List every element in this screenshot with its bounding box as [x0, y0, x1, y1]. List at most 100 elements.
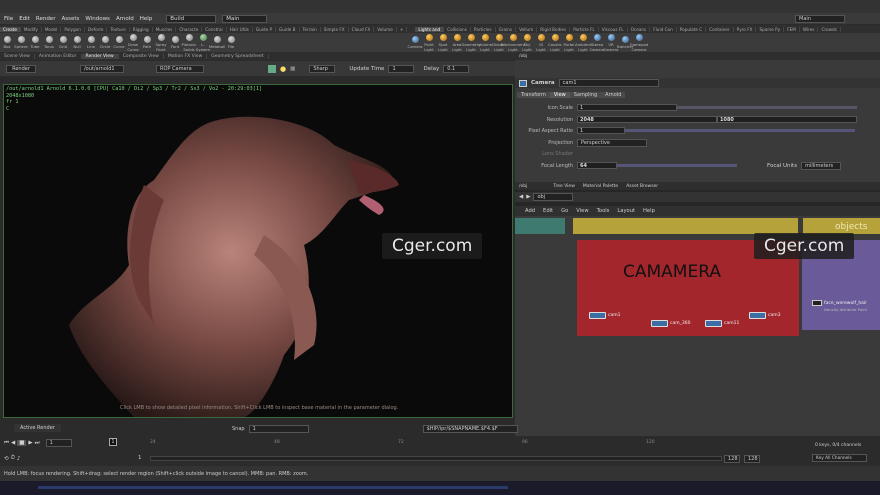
tab-view[interactable]: View — [549, 92, 570, 98]
shelf-tab[interactable]: Characte — [176, 26, 203, 32]
shelf-tab[interactable]: Hair Utils — [227, 26, 253, 32]
shelf-tab[interactable]: FEM — [784, 26, 800, 32]
tab-obj[interactable]: /obj — [515, 184, 531, 189]
render-button[interactable]: Render — [6, 64, 36, 73]
shelf-tab[interactable]: Grains — [496, 26, 517, 32]
snap-field[interactable]: 1 — [248, 424, 309, 433]
menu-file[interactable]: File — [4, 16, 13, 22]
node-cam3[interactable]: cam3 — [749, 312, 780, 319]
tool-torus[interactable]: Torus — [42, 36, 56, 49]
range-start-field[interactable]: 1 — [138, 455, 142, 461]
play-icon[interactable]: ▶ — [28, 440, 32, 446]
tool-caustic-light[interactable]: Caustic Light — [548, 33, 562, 52]
shelf-tab-create[interactable]: Create — [0, 26, 21, 32]
net-menu-go[interactable]: Go — [561, 208, 568, 214]
node-cam11[interactable]: cam11 — [705, 320, 739, 327]
tool-spray-paint[interactable]: Spray Paint — [154, 33, 168, 52]
shelf-tab[interactable]: Polygon — [61, 26, 85, 32]
tab-render-view[interactable]: Render View — [81, 53, 119, 59]
first-frame-icon[interactable]: ⏮ — [4, 440, 9, 447]
delay-field[interactable]: 0.1 — [443, 64, 470, 73]
tool-circle[interactable]: Circle — [98, 36, 112, 49]
resolution-x-field[interactable]: 2048 — [577, 116, 717, 123]
tool-ambient-light[interactable]: Ambient Light — [575, 33, 591, 52]
tool-point-light[interactable]: Point Light — [422, 33, 436, 52]
playbar-range[interactable] — [150, 456, 722, 461]
resolution-y-field[interactable]: 1080 — [717, 116, 857, 123]
tab-geometry-spreadsheet[interactable]: Geometry Spreadsheet — [207, 53, 269, 59]
shelf-tab[interactable]: Container — [706, 26, 734, 32]
shelf-tab[interactable]: Terrain — [300, 26, 321, 32]
shelf-tab[interactable]: Volume — [374, 26, 397, 32]
shelf-tab[interactable]: Oceans — [628, 26, 651, 32]
tool-metaball[interactable]: Metaball — [209, 36, 225, 49]
update-time-field[interactable]: 1 — [388, 64, 415, 73]
tool-line[interactable]: Line — [84, 36, 98, 49]
tab-motion-fx-view[interactable]: Motion FX View — [164, 53, 208, 59]
tab-arnold[interactable]: Arnold — [601, 92, 626, 98]
param-path[interactable]: /obj — [515, 54, 531, 59]
realtime-icon[interactable]: ⏱ — [11, 455, 15, 462]
back-icon[interactable]: ◀ — [519, 194, 523, 200]
prev-key-icon[interactable]: ◀ — [11, 440, 15, 446]
tool-camera[interactable]: Camera — [408, 36, 422, 49]
net-menu-tools[interactable]: Tools — [597, 208, 610, 214]
menu-windows[interactable]: Windows — [85, 16, 110, 22]
node-cam1[interactable]: cam1 — [589, 312, 620, 319]
tool-spot-light[interactable]: Spot Light — [436, 33, 450, 52]
tool-null[interactable]: Null — [70, 36, 84, 49]
icon-scale-slider[interactable] — [677, 106, 857, 109]
camera-select[interactable]: ROP Camera — [156, 64, 204, 73]
tab-scene-view[interactable]: Scene View — [0, 53, 35, 59]
shelf-tab[interactable]: Muscles — [153, 26, 177, 32]
node-name-field[interactable]: cam1 — [558, 79, 659, 87]
network-box-yellow[interactable] — [573, 218, 798, 234]
range-end-field-2[interactable]: 128 — [744, 455, 760, 463]
shelf-tab[interactable]: Particles — [471, 26, 496, 32]
tool-box[interactable]: Box — [0, 36, 14, 49]
sharp-select[interactable]: Sharp — [309, 64, 336, 73]
shelf-tab[interactable]: Texture — [107, 26, 130, 32]
net-menu-edit[interactable]: Edit — [543, 208, 553, 214]
tab-composite-view[interactable]: Composite View — [119, 53, 164, 59]
network-path[interactable]: obj — [533, 193, 574, 201]
menu-assets[interactable]: Assets — [61, 16, 79, 22]
key-all-channels-button[interactable]: Key All Channels — [812, 454, 867, 462]
desktop-select[interactable]: Build — [166, 14, 217, 23]
tab-sampling[interactable]: Sampling — [569, 92, 602, 98]
tab-animation-editor[interactable]: Animation Editor — [35, 53, 82, 59]
shelf-tab-lights[interactable]: Lights and — [415, 26, 445, 32]
shelf-tab[interactable]: Constrai — [202, 26, 227, 32]
focal-units-select[interactable]: millimeters — [801, 161, 842, 170]
shelf-tab[interactable]: Guide P — [253, 26, 277, 32]
net-menu-help[interactable]: Help — [643, 208, 655, 214]
shelf-tab[interactable]: Rigid Bodies — [537, 26, 571, 32]
tool-path[interactable]: Path — [140, 36, 154, 49]
tool-file[interactable]: File — [224, 36, 238, 49]
workspace-select[interactable]: Main — [222, 14, 268, 23]
menu-arnold[interactable]: Arnold — [116, 16, 134, 22]
tool-volume-light[interactable]: Volume Light — [478, 33, 492, 52]
tool-draw-curve[interactable]: Draw Curve — [126, 33, 140, 52]
node-cam360[interactable]: cam_360 — [651, 320, 690, 327]
tab-asset-browser[interactable]: Asset Browser — [622, 184, 662, 189]
shelf-tab[interactable]: Pyro FX — [734, 26, 757, 32]
net-menu-layout[interactable]: Layout — [617, 208, 635, 214]
frame-field[interactable]: 1 — [45, 439, 72, 447]
tool-tube[interactable]: Tube — [28, 36, 42, 49]
shelf-tab[interactable]: Populate C — [677, 26, 707, 32]
tab-tree-view[interactable]: Tree View — [549, 184, 579, 189]
tool-curve[interactable]: Curve — [112, 36, 126, 49]
focal-length-slider[interactable] — [617, 164, 737, 167]
workspace-select-right[interactable]: Main — [795, 15, 845, 23]
net-menu-view[interactable]: View — [576, 208, 588, 214]
menu-edit[interactable]: Edit — [19, 16, 30, 22]
forward-icon[interactable]: ▶ — [526, 194, 530, 200]
menu-render[interactable]: Render — [36, 16, 56, 22]
tool-gi-light[interactable]: GI Light — [534, 33, 548, 52]
tab-material-palette[interactable]: Material Palette — [579, 184, 622, 189]
tool-sky-light[interactable]: Sky Light — [520, 33, 534, 52]
frame-marker[interactable]: 1 — [109, 438, 117, 446]
range-end-field[interactable]: 128 — [724, 455, 740, 463]
last-frame-icon[interactable]: ⏭ — [35, 440, 40, 447]
